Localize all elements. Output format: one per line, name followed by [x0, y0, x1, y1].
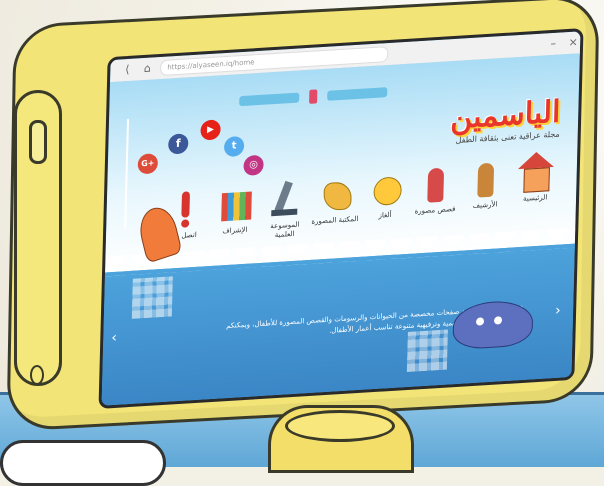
menu-label: الإشراف [222, 225, 248, 236]
microscope-icon [265, 178, 306, 221]
books-icon [215, 183, 256, 226]
menu-label: المكتبة المصورة [311, 214, 359, 226]
minimize-icon[interactable]: – [546, 36, 560, 51]
partner-mark-icon [309, 89, 318, 104]
menu-label: ألغاز [378, 210, 392, 220]
menu-item-encyclopedia[interactable]: الموسوعة العلمية [261, 178, 311, 241]
menu-item-library[interactable]: المكتبة المصورة [311, 173, 360, 227]
menu-label: الرئيسية [522, 193, 548, 203]
back-icon[interactable]: ⟨ [120, 63, 134, 78]
browser-window-controls: – × [546, 35, 580, 51]
menu-item-home[interactable]: الرئيسية [511, 150, 560, 205]
hand-illustration [0, 440, 166, 486]
menu-item-archive[interactable]: الأرشيف [461, 158, 510, 212]
menu-item-puzzles[interactable]: ألغاز [361, 168, 410, 222]
partner-logo[interactable] [327, 87, 388, 101]
menu-item-supervision[interactable]: الإشراف [211, 183, 260, 237]
monitor-stand-ring [285, 410, 395, 442]
bird-icon [315, 173, 356, 216]
home-icon[interactable]: ⌂ [140, 61, 154, 76]
monitor-side-button[interactable] [29, 120, 47, 164]
menu-label: قصص مصورة [414, 204, 456, 216]
illustration-stage: ⟨ ⌂ https://alyaseen.iq/home – × الياسمي… [0, 0, 604, 486]
close-icon[interactable]: × [566, 35, 580, 50]
monitor-screen: ⟨ ⌂ https://alyaseen.iq/home – × الياسمي… [98, 28, 584, 409]
menu-label: الأرشيف [472, 200, 498, 210]
house-icon [515, 150, 556, 194]
grid-decoration [131, 276, 173, 319]
carousel-prev-icon[interactable]: ‹ [111, 330, 117, 346]
carousel-next-icon[interactable]: › [555, 303, 561, 319]
characters-icon [415, 163, 456, 206]
site-brand[interactable]: الياسمين مجلة عراقية تعنى بثقافة الطفل [440, 94, 561, 145]
grid-decoration [406, 329, 448, 373]
menu-label: الموسوعة العلمية [270, 220, 300, 240]
menu-item-comics[interactable]: قصص مصورة [411, 163, 460, 217]
chick-icon [365, 168, 406, 211]
figures-icon [465, 158, 506, 201]
monitor-power-icon[interactable] [30, 365, 44, 385]
partner-logo[interactable] [239, 92, 300, 107]
